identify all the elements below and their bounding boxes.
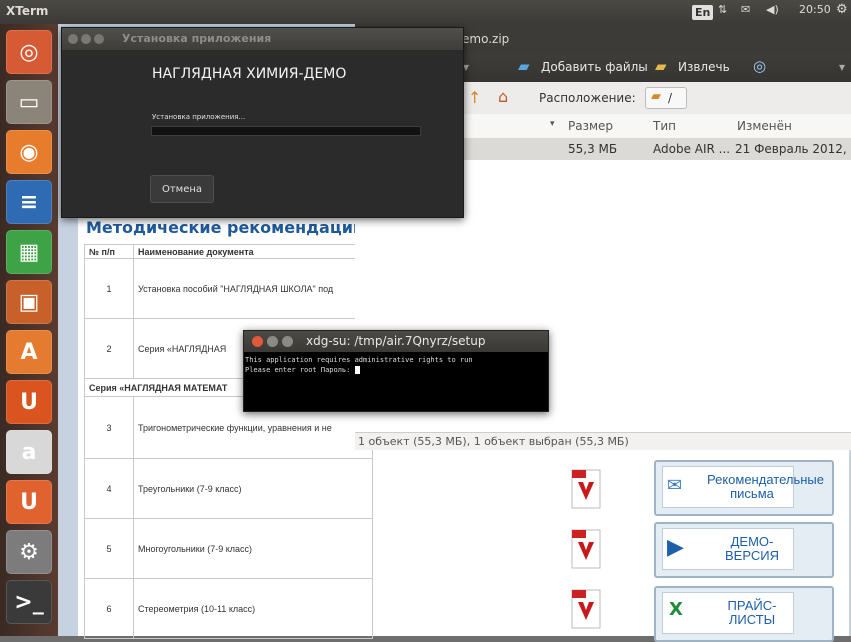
close-icon[interactable] bbox=[252, 336, 263, 347]
close-icon[interactable] bbox=[68, 34, 78, 44]
pdf-icon[interactable] bbox=[568, 468, 604, 512]
location-path-button[interactable]: ▰ / bbox=[645, 87, 687, 109]
installer-app-name: НАГЛЯДНАЯ ХИМИЯ-ДЕМО bbox=[152, 66, 347, 82]
location-label: Расположение: bbox=[539, 91, 636, 105]
maximize-icon[interactable] bbox=[94, 34, 104, 44]
clock[interactable]: 20:50 bbox=[799, 3, 831, 16]
sort-indicator-icon: ▾ bbox=[550, 119, 555, 129]
doc-link[interactable]: Многоугольники (7-9 класс) bbox=[133, 518, 373, 579]
dash-icon: ◎ bbox=[19, 39, 39, 65]
spreadsheet-icon: X bbox=[669, 599, 683, 620]
launcher-ubuntu-one-music[interactable]: U bbox=[6, 480, 52, 524]
active-app-title: XTerm bbox=[6, 4, 49, 18]
amazon-icon: a bbox=[21, 439, 37, 465]
launcher-amazon[interactable]: a bbox=[6, 430, 52, 474]
pdf-icon[interactable] bbox=[568, 528, 604, 572]
documents-table: № п/п Наименование документа 1 Установка… bbox=[84, 244, 373, 639]
terminal-line-1: This application requires administrative… bbox=[245, 356, 473, 364]
table-row[interactable]: 4 Треугольники (7-9 класс) bbox=[84, 458, 373, 519]
install-progress-bar bbox=[151, 126, 421, 136]
network-icon[interactable]: ⇅ bbox=[718, 3, 727, 16]
col-modified[interactable]: Изменён bbox=[737, 119, 792, 133]
system-settings-icon: ⚙ bbox=[19, 539, 39, 565]
terminal-line-2: Please enter root Пароль: bbox=[245, 366, 355, 374]
software-center-icon: A bbox=[20, 339, 38, 365]
installer-titlebar: Установка приложения bbox=[62, 28, 463, 50]
window-title: emo.zip bbox=[462, 32, 510, 46]
doc-link[interactable]: Стереометрия (10-11 класс) bbox=[133, 578, 373, 639]
section-title: Методические рекомендации bbox=[86, 218, 365, 237]
table-row[interactable]: 6 Стереометрия (10-11 класс) bbox=[84, 578, 373, 639]
launcher-system-settings[interactable]: ⚙ bbox=[6, 530, 52, 574]
impress-icon: ▣ bbox=[18, 289, 40, 315]
home-icon[interactable]: ⌂ bbox=[498, 87, 508, 106]
cancel-button[interactable]: Отмена bbox=[150, 175, 214, 203]
search-icon[interactable]: ◎ bbox=[753, 57, 766, 75]
keyboard-layout-indicator[interactable]: En bbox=[692, 5, 714, 20]
launcher-impress[interactable]: ▣ bbox=[6, 280, 52, 324]
add-files-button[interactable]: Добавить файлы bbox=[541, 60, 648, 74]
session-gear-icon[interactable]: ⚙ bbox=[836, 2, 848, 17]
installer-dialog: Установка приложения НАГЛЯДНАЯ ХИМИЯ-ДЕМ… bbox=[61, 27, 464, 218]
launcher-ubuntu-one[interactable]: U bbox=[6, 380, 52, 424]
launcher-firefox[interactable]: ◉ bbox=[6, 130, 52, 174]
files-icon: ▭ bbox=[18, 89, 40, 115]
launcher-files[interactable]: ▭ bbox=[6, 80, 52, 124]
envelope-icon: ✉ bbox=[667, 475, 683, 496]
folder-icon: ▰ bbox=[651, 89, 661, 104]
col-header-num: № п/п bbox=[84, 244, 134, 259]
installer-window-title: Установка приложения bbox=[122, 32, 272, 45]
terminal-output[interactable]: This application requires administrative… bbox=[245, 355, 473, 375]
launcher-calc[interactable]: ▦ bbox=[6, 230, 52, 274]
unity-launcher: ◎ ▭ ◉ ≡ ▦ ▣ A Ua U ⚙ >_ bbox=[0, 24, 58, 636]
mail-icon[interactable]: ✉ bbox=[741, 3, 750, 16]
ubuntu-one-music-icon: U bbox=[20, 489, 38, 515]
status-bar: 1 объект (55,3 МБ), 1 объект выбран (55,… bbox=[355, 432, 851, 450]
writer-icon: ≡ bbox=[19, 189, 39, 215]
up-arrow-icon[interactable]: ↑ bbox=[468, 88, 481, 107]
menu-chevron-icon[interactable]: ▾ bbox=[839, 60, 845, 74]
recommendation-letters-button[interactable]: ✉ Рекомендательные письма bbox=[654, 460, 834, 516]
col-type[interactable]: Тип bbox=[653, 119, 676, 133]
launcher-writer[interactable]: ≡ bbox=[6, 180, 52, 224]
col-size[interactable]: Размер bbox=[568, 119, 613, 133]
xdg-su-terminal[interactable]: xdg-su: /tmp/air.7Qnyrz/setup This appli… bbox=[243, 330, 549, 412]
demo-version-button[interactable]: ▶ ДЕМО-ВЕРСИЯ bbox=[654, 522, 834, 578]
col-header-name: Наименование документа bbox=[133, 244, 373, 259]
terminal-icon: >_ bbox=[14, 589, 44, 615]
text-cursor bbox=[354, 366, 360, 374]
pdf-icon[interactable] bbox=[568, 588, 604, 632]
minimize-icon[interactable] bbox=[267, 336, 278, 347]
terminal-title: xdg-su: /tmp/air.7Qnyrz/setup bbox=[306, 334, 486, 348]
add-files-icon: ▰ bbox=[518, 57, 530, 75]
terminal-titlebar: xdg-su: /tmp/air.7Qnyrz/setup bbox=[244, 331, 548, 352]
doc-link[interactable]: Установка пособий "НАГЛЯДНАЯ ШКОЛА" под bbox=[133, 258, 373, 319]
minimize-icon[interactable] bbox=[81, 34, 91, 44]
table-row[interactable]: 5 Многоугольники (7-9 класс) bbox=[84, 518, 373, 579]
firefox-icon: ◉ bbox=[19, 139, 39, 165]
extract-icon: ▰ bbox=[655, 57, 667, 75]
launcher-dash[interactable]: ◎ bbox=[6, 30, 52, 74]
calc-icon: ▦ bbox=[18, 239, 40, 265]
volume-icon[interactable]: ◀) bbox=[766, 3, 779, 16]
table-row[interactable]: 1 Установка пособий "НАГЛЯДНАЯ ШКОЛА" по… bbox=[84, 258, 373, 319]
maximize-icon[interactable] bbox=[282, 336, 293, 347]
launcher-software-center[interactable]: A bbox=[6, 330, 52, 374]
doc-link[interactable]: Треугольники (7-9 класс) bbox=[133, 458, 373, 519]
top-panel: XTerm En ⇅ ✉ ◀) 20:50 ⚙ bbox=[0, 0, 851, 24]
installer-status-text: Установка приложения... bbox=[152, 113, 246, 121]
ubuntu-one-icon: U bbox=[20, 389, 38, 415]
price-list-button[interactable]: X ПРАЙС-ЛИСТЫ bbox=[654, 586, 834, 642]
play-icon: ▶ bbox=[667, 535, 684, 560]
extract-button[interactable]: Извлечь bbox=[678, 60, 730, 74]
launcher-terminal[interactable]: >_ bbox=[6, 580, 52, 624]
